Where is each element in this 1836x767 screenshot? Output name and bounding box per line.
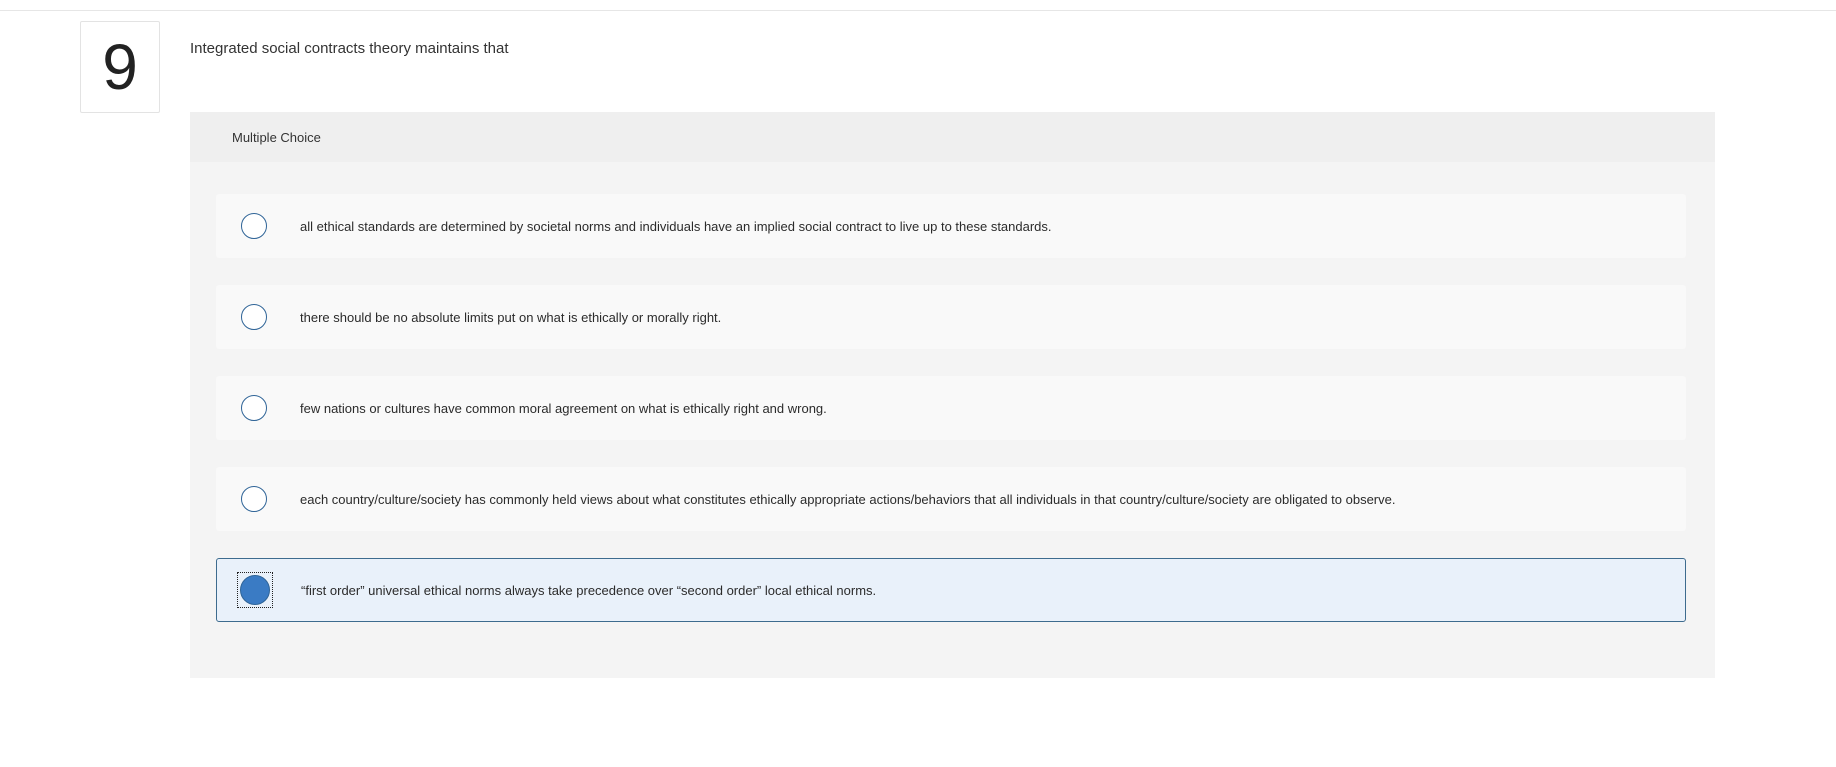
top-divider bbox=[0, 10, 1836, 11]
answer-option-5[interactable]: “first order” universal ethical norms al… bbox=[216, 558, 1686, 622]
multiple-choice-panel: Multiple Choice all ethical standards ar… bbox=[190, 112, 1715, 678]
radio-focus-wrap bbox=[236, 390, 272, 426]
answer-option-2[interactable]: there should be no absolute limits put o… bbox=[216, 285, 1686, 349]
answer-option-4[interactable]: each country/culture/society has commonl… bbox=[216, 467, 1686, 531]
radio-button[interactable] bbox=[241, 213, 267, 239]
question-type-header: Multiple Choice bbox=[190, 112, 1715, 162]
answer-option-text: there should be no absolute limits put o… bbox=[300, 309, 722, 325]
radio-focus-wrap bbox=[237, 572, 273, 608]
radio-button[interactable] bbox=[241, 395, 267, 421]
question-number: 9 bbox=[80, 21, 160, 113]
answer-option-3[interactable]: few nations or cultures have common mora… bbox=[216, 376, 1686, 440]
answer-option-text: “first order” universal ethical norms al… bbox=[301, 582, 877, 598]
answer-option-1[interactable]: all ethical standards are determined by … bbox=[216, 194, 1686, 258]
answer-option-text: each country/culture/society has commonl… bbox=[300, 491, 1396, 507]
radio-focus-wrap bbox=[236, 208, 272, 244]
radio-button[interactable] bbox=[241, 304, 267, 330]
question-prompt: Integrated social contracts theory maint… bbox=[190, 40, 509, 57]
radio-button[interactable] bbox=[241, 486, 267, 512]
answer-option-text: all ethical standards are determined by … bbox=[300, 218, 1052, 234]
question-type-label: Multiple Choice bbox=[232, 129, 321, 145]
radio-focus-wrap bbox=[236, 299, 272, 335]
radio-focus-wrap bbox=[236, 481, 272, 517]
answer-option-text: few nations or cultures have common mora… bbox=[300, 400, 827, 416]
radio-button-selected[interactable] bbox=[240, 575, 270, 605]
